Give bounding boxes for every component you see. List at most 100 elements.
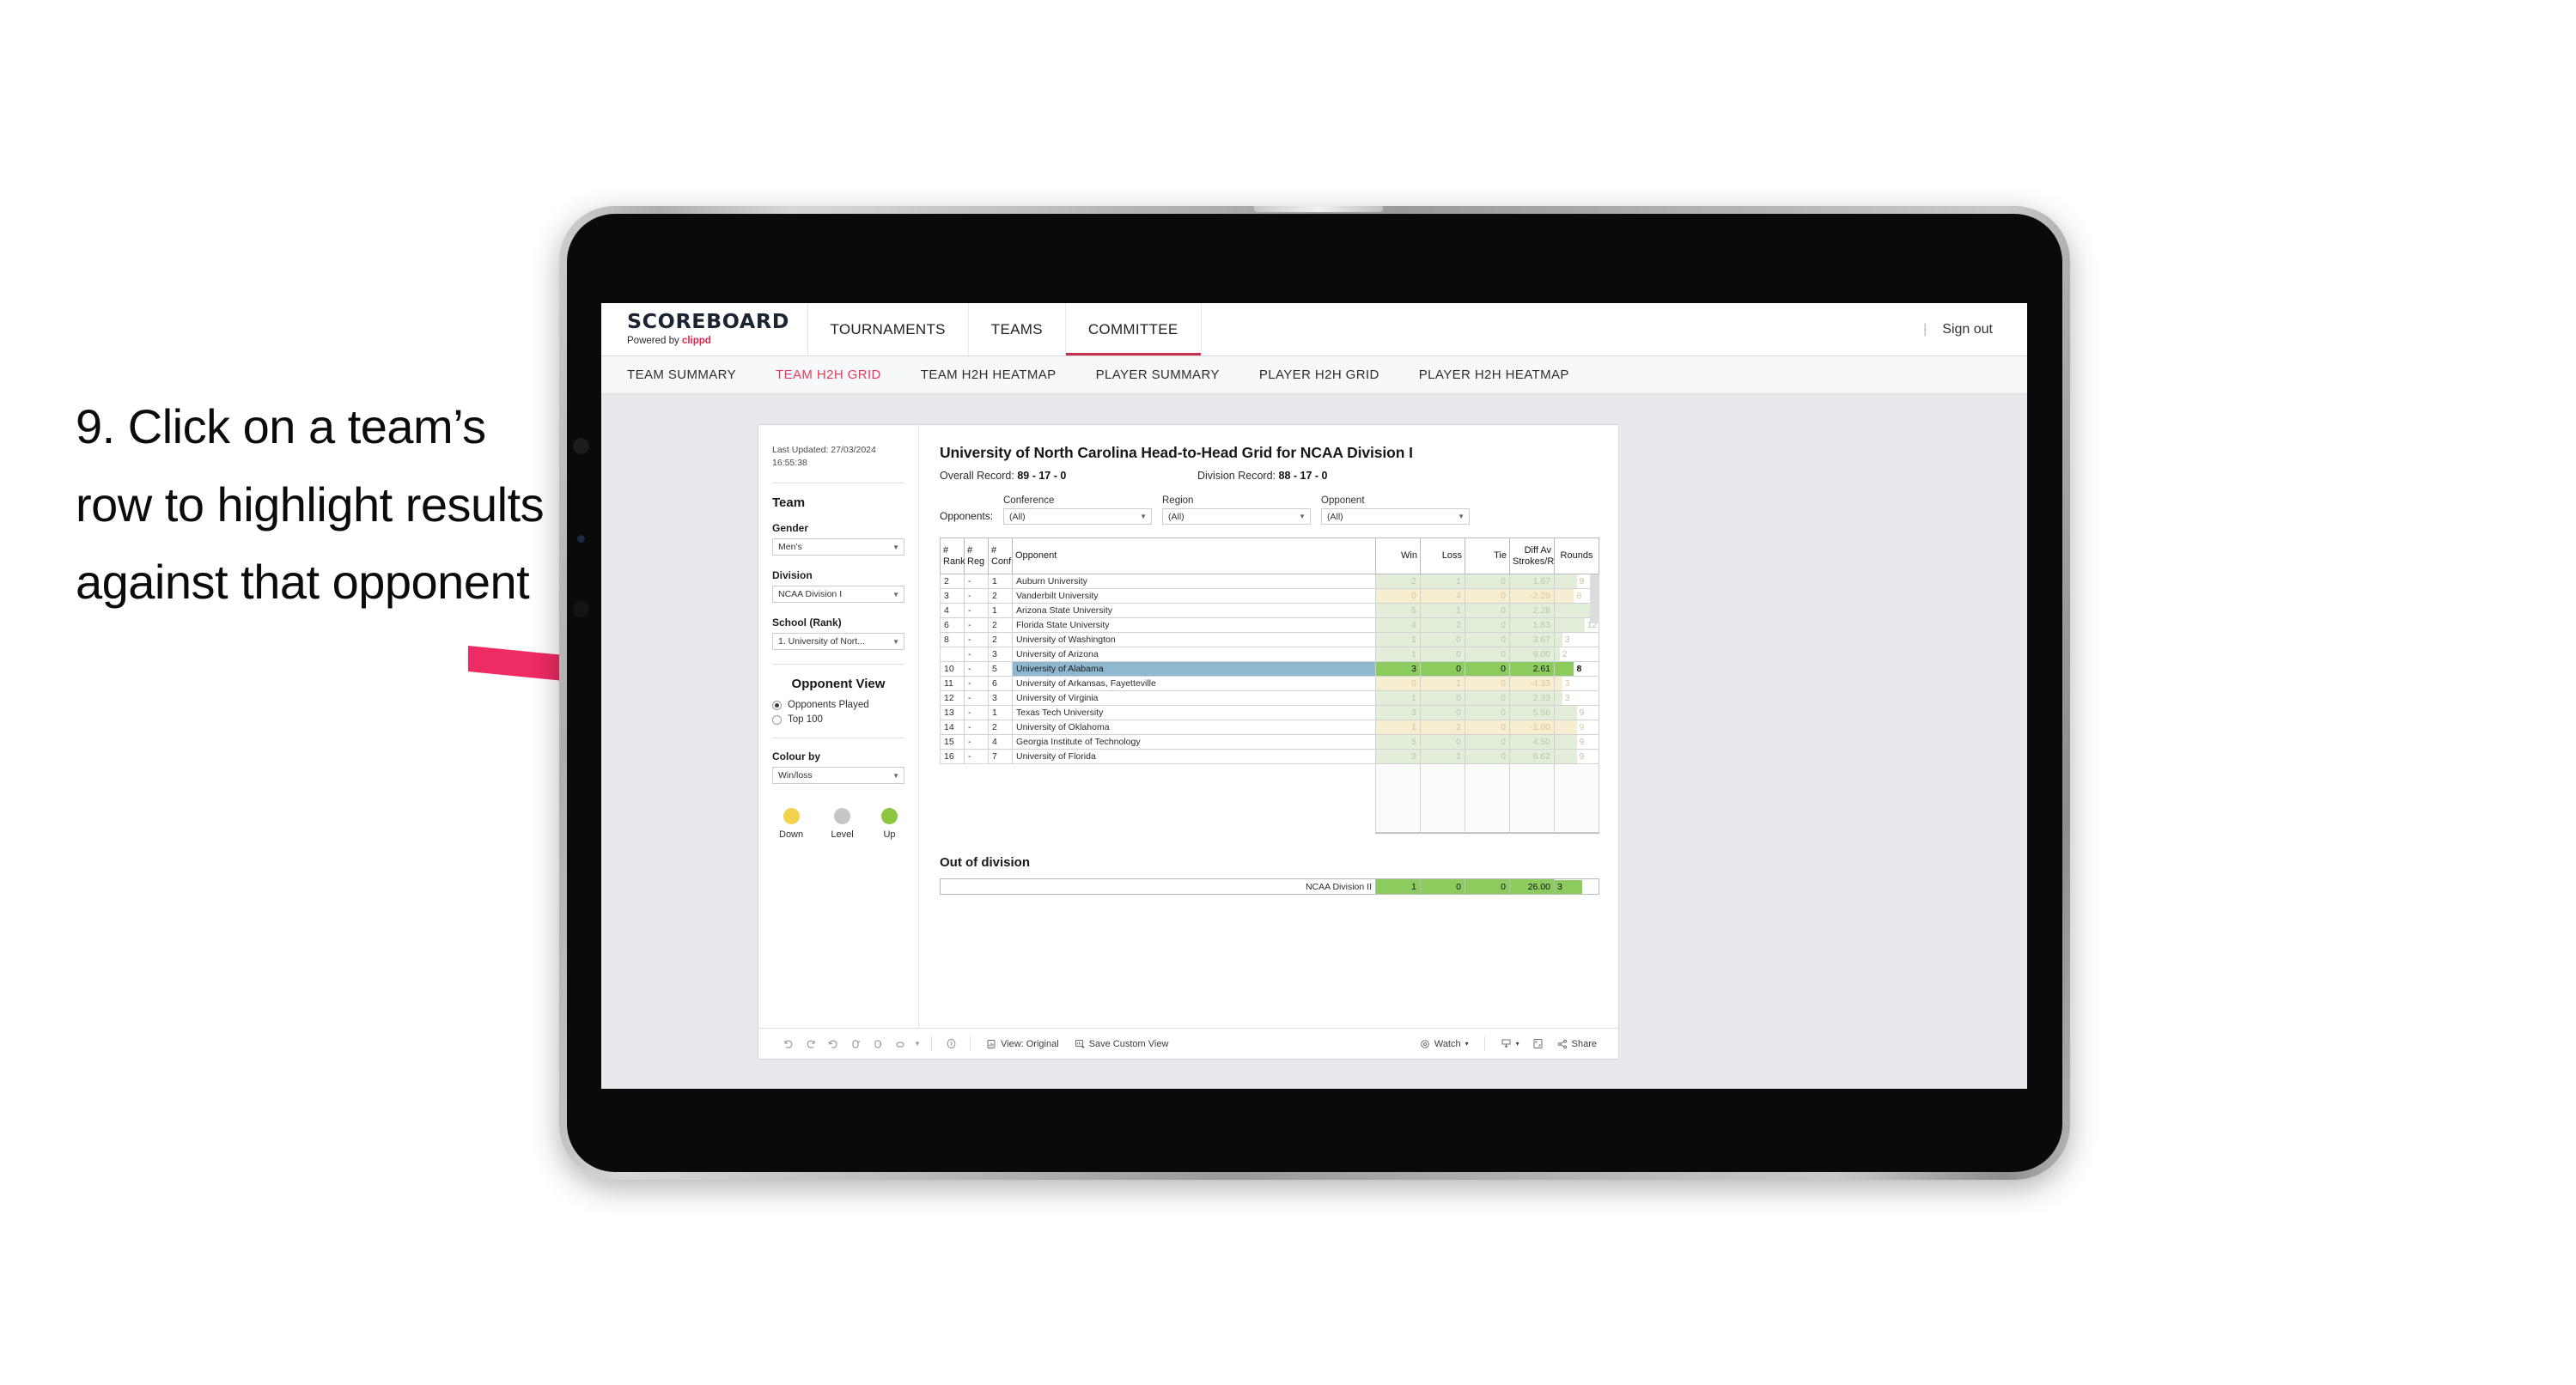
- table-row[interactable]: 14-2 University of Oklahoma 1 2 0 -1.00 9: [940, 720, 1599, 735]
- cell-empty: [1013, 833, 1376, 834]
- watch-button[interactable]: Watch ▾: [1412, 1039, 1477, 1049]
- filter-opponent: Opponent (All) ▼: [1321, 495, 1470, 525]
- col-diff-line2: Strokes/Rnd: [1513, 556, 1565, 567]
- cell-win: 1: [1375, 690, 1421, 706]
- subnav-team-h2h-grid[interactable]: TEAM H2H GRID: [776, 368, 881, 382]
- cell-conf: 2: [988, 588, 1013, 604]
- colour-by-select[interactable]: Win/loss ▼: [772, 767, 904, 785]
- fullscreen-icon[interactable]: [1527, 1035, 1550, 1054]
- table-row[interactable]: 11-6 University of Arkansas, Fayetteville…: [940, 676, 1599, 691]
- table-row[interactable]: 2-1 Auburn University 2 1 0 1.67 9: [940, 574, 1599, 589]
- app-screen: SCOREBOARD Powered by clippd TOURNAMENTS…: [601, 303, 2027, 1089]
- cell-diff: -4.33: [1509, 676, 1555, 691]
- nav-tab-committee[interactable]: COMMITTEE: [1065, 303, 1202, 355]
- table-row[interactable]: 4-1Arizona State University5102.2817: [940, 603, 1599, 618]
- cell-loss: 1: [1420, 603, 1465, 618]
- cell-tie: 0: [1465, 617, 1510, 633]
- cell-opponent: University of Washington: [1012, 632, 1376, 647]
- view-original-label: View: Original: [1001, 1038, 1059, 1049]
- cell-loss: 0: [1420, 705, 1465, 720]
- filter-region-select[interactable]: (All) ▼: [1162, 508, 1311, 525]
- table-row[interactable]: 10-5 University of Alabama 3 0 0 2.61 8: [940, 661, 1599, 677]
- save-custom-view-label: Save Custom View: [1088, 1038, 1169, 1049]
- filter-conference-select[interactable]: (All) ▼: [1003, 508, 1152, 525]
- col-diff-line1: Diff Av: [1524, 544, 1551, 556]
- rounds-value: 3: [1564, 693, 1570, 703]
- table-row[interactable]: 13-1 Texas Tech University 3 0 0 5.56 9: [940, 705, 1599, 720]
- table-scrollbar-thumb[interactable]: [1590, 574, 1599, 623]
- table-row[interactable]: 8-2 University of Washington 1 0 0 3.67 3: [940, 632, 1599, 647]
- subnav-team-h2h-heatmap[interactable]: TEAM H2H HEATMAP: [921, 368, 1057, 382]
- info-icon[interactable]: [940, 1035, 962, 1054]
- tablet-top-notch: [1254, 206, 1384, 212]
- subnav-team-summary[interactable]: TEAM SUMMARY: [627, 368, 736, 382]
- sign-out-link[interactable]: Sign out: [1942, 322, 1993, 337]
- pause-icon[interactable]: [867, 1035, 889, 1054]
- filter-opponent-select[interactable]: (All) ▼: [1321, 508, 1470, 525]
- save-custom-view-button[interactable]: Save Custom View: [1067, 1039, 1177, 1049]
- undo-icon[interactable]: [777, 1035, 800, 1054]
- cell-empty: [1465, 815, 1510, 833]
- opponents-label: Opponents:: [940, 510, 994, 522]
- nav-tab-teams[interactable]: TEAMS: [969, 303, 1066, 355]
- cell-opponent: Texas Tech University: [1012, 705, 1376, 720]
- rounds-bar: [1555, 677, 1562, 690]
- radio-top-100[interactable]: Top 100: [772, 714, 904, 725]
- table-row[interactable]: 16-7 University of Florida 3 1 0 6.62 9: [940, 749, 1599, 764]
- chevron-down-icon: ▼: [892, 771, 899, 780]
- radio-icon: [772, 714, 782, 725]
- cell-diff: -1.00: [1509, 720, 1555, 735]
- cell-diff: 6.62: [1509, 749, 1555, 764]
- revert-icon[interactable]: [822, 1035, 844, 1054]
- table-row[interactable]: -3 University of Arizona 1 0 0 9.00 2: [940, 647, 1599, 662]
- cell-empty: [1420, 798, 1465, 816]
- chevron-down-icon: ▼: [892, 590, 899, 598]
- cell-win: 2: [1375, 574, 1421, 589]
- workspace: Last Updated: 27/03/2024 16:55:38 Team G…: [601, 395, 2027, 1089]
- cell-conf: 2: [988, 720, 1013, 735]
- watch-label: Watch: [1434, 1038, 1461, 1049]
- cell-empty: [941, 833, 965, 834]
- subnav-player-h2h-grid[interactable]: PLAYER H2H GRID: [1259, 368, 1379, 382]
- cell-loss: 1: [1420, 676, 1465, 691]
- table-row[interactable]: 6-2 Florida State University 4 2 0 1.83 12: [940, 617, 1599, 633]
- subnav-player-summary[interactable]: PLAYER SUMMARY: [1096, 368, 1220, 382]
- cell-tie: 0: [1465, 647, 1510, 662]
- team-section-title: Team: [772, 495, 806, 511]
- division-select[interactable]: NCAA Division I ▼: [772, 586, 904, 604]
- cell-reg: -: [964, 676, 989, 691]
- cell-reg: -: [964, 588, 989, 604]
- table-scrollbar[interactable]: [1590, 574, 1599, 753]
- nav-tab-tournaments[interactable]: TOURNAMENTS: [808, 303, 969, 355]
- gender-select[interactable]: Men’s ▼: [772, 538, 904, 556]
- rounds-value: 9: [1579, 722, 1585, 732]
- cell-tie: 0: [1465, 705, 1510, 720]
- school-select[interactable]: 1. University of Nort... ▼: [772, 633, 904, 651]
- col-diff: Diff Av Strokes/Rnd: [1509, 538, 1565, 574]
- table-row[interactable]: NCAA Division II 1 0 0 26.00 3: [940, 878, 1599, 895]
- download-button[interactable]: ▾: [1493, 1038, 1527, 1049]
- highlight-caret-icon[interactable]: ▼: [911, 1035, 923, 1054]
- cell-empty: [1509, 763, 1555, 781]
- cell-opponent: University of Arizona: [1012, 647, 1376, 662]
- cell-empty: [1013, 799, 1376, 816]
- subnav-player-h2h-heatmap[interactable]: PLAYER H2H HEATMAP: [1419, 368, 1569, 382]
- view-original-button[interactable]: View: Original: [978, 1039, 1067, 1049]
- col-tie: Tie: [1465, 538, 1510, 574]
- cell-empty: [1554, 832, 1599, 834]
- divider: [1483, 1036, 1485, 1051]
- refresh-icon[interactable]: [844, 1035, 867, 1054]
- radio-opponents-played[interactable]: Opponents Played: [772, 700, 904, 710]
- table-row[interactable]: 12-3 University of Virginia 1 0 0 2.33 3: [940, 690, 1599, 706]
- table-row[interactable]: 15-4 Georgia Institute of Technology 5 0 0 4.…: [940, 734, 1599, 750]
- redo-icon[interactable]: [800, 1035, 822, 1054]
- divider: [970, 1036, 971, 1051]
- cell-loss: 2: [1420, 617, 1465, 633]
- table-row[interactable]: 3-2 Vanderbilt University 0 4 0 -2.29 8: [940, 588, 1599, 604]
- share-button[interactable]: Share: [1550, 1039, 1605, 1049]
- visualization-body: Last Updated: 27/03/2024 16:55:38 Team G…: [758, 425, 1618, 1028]
- cell-rank: 16: [940, 749, 965, 764]
- tablet-button-top: [573, 438, 589, 454]
- highlight-icon[interactable]: [889, 1035, 911, 1054]
- chevron-down-icon: ▾: [1465, 1040, 1469, 1048]
